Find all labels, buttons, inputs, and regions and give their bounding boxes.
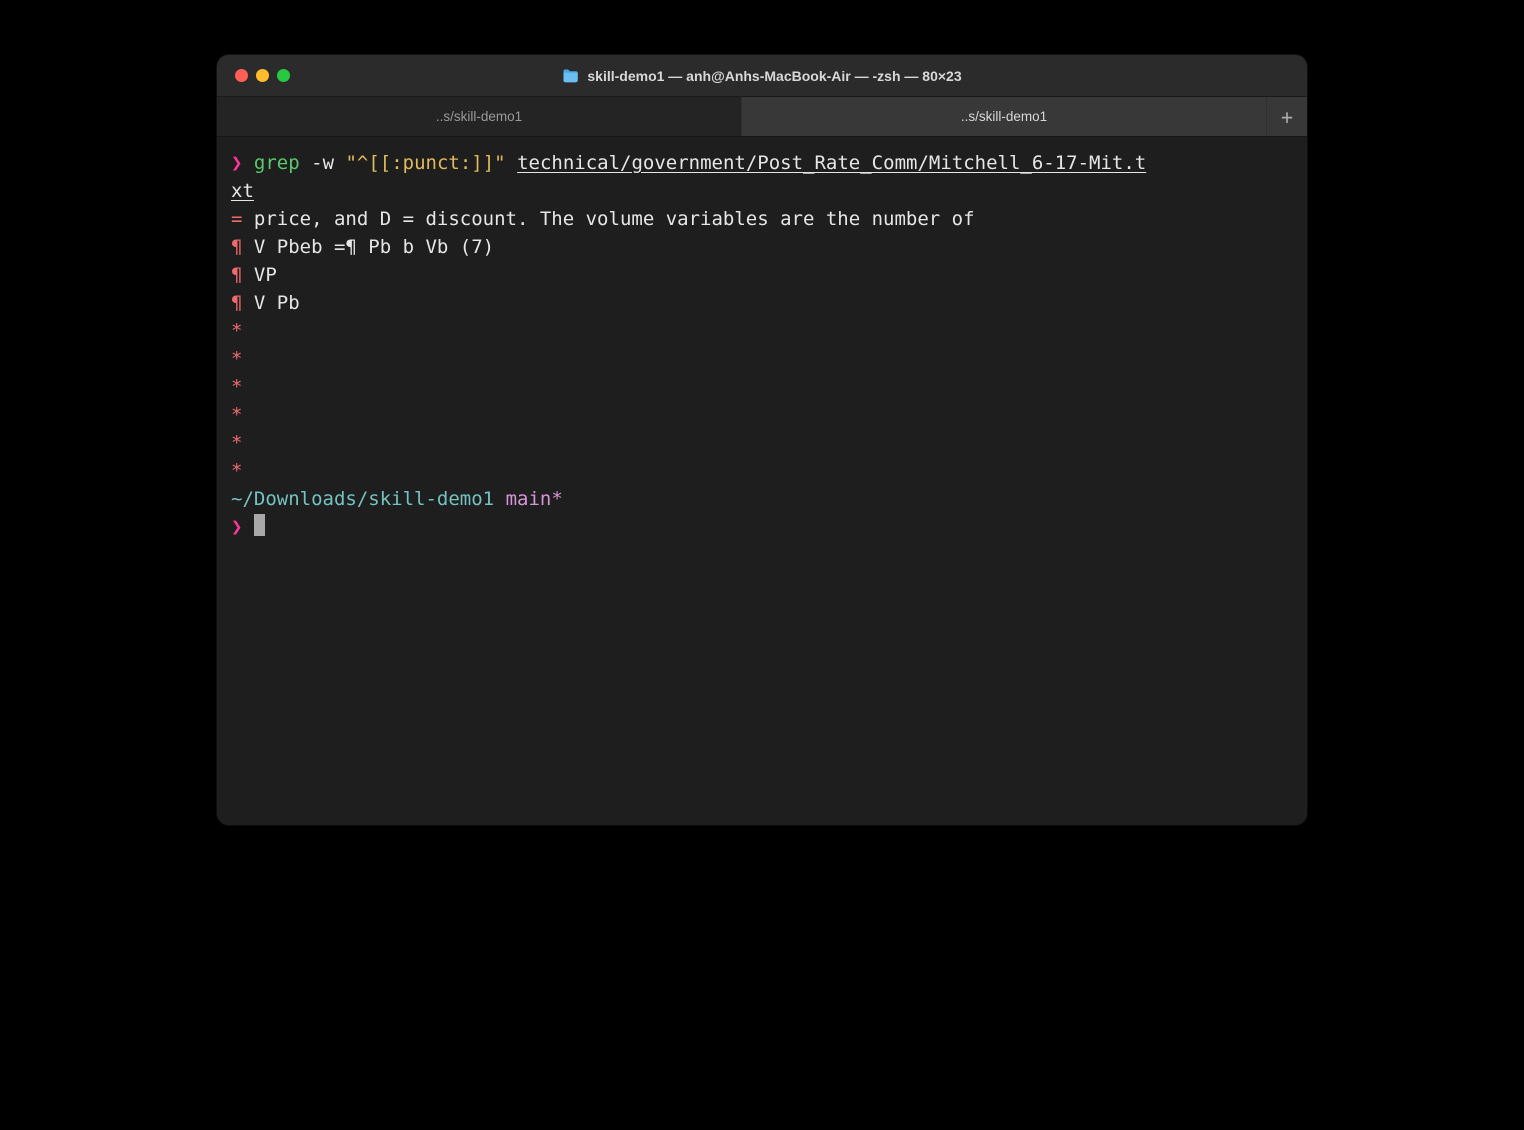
prompt-caret: ❯: [231, 152, 242, 174]
prompt-caret-2: ❯: [231, 516, 242, 538]
tab-1[interactable]: ..s/skill-demo1: [742, 97, 1267, 136]
tab-label: ..s/skill-demo1: [436, 109, 522, 124]
out-lead-7: *: [231, 404, 242, 426]
cmd-flag: -w: [311, 152, 334, 174]
terminal-window: skill-demo1 — anh@Anhs-MacBook-Air — -zs…: [217, 55, 1307, 825]
cwd: ~/Downloads/skill-demo1: [231, 488, 494, 510]
out-rest-2: VP: [242, 264, 276, 286]
out-rest-1: V Pbeb =¶ Pb b Vb (7): [242, 236, 494, 258]
tabbar: ..s/skill-demo1 ..s/skill-demo1 +: [217, 97, 1307, 137]
out-lead-9: *: [231, 460, 242, 482]
cmd-name: grep: [254, 152, 300, 174]
close-button[interactable]: [235, 69, 248, 82]
out-lead-2: ¶: [231, 264, 242, 286]
out-lead-1: ¶: [231, 236, 242, 258]
cmd-arg-part2: xt: [231, 180, 254, 202]
out-rest-3: V Pb: [242, 292, 299, 314]
out-lead-0: =: [231, 208, 242, 230]
out-lead-5: *: [231, 348, 242, 370]
out-lead-6: *: [231, 376, 242, 398]
fullscreen-button[interactable]: [277, 69, 290, 82]
tab-label: ..s/skill-demo1: [961, 109, 1047, 124]
plus-icon: +: [1281, 105, 1293, 129]
cmd-pattern: "^[[:punct:]]": [345, 152, 505, 174]
new-tab-button[interactable]: +: [1267, 97, 1307, 136]
cursor: [254, 514, 265, 536]
out-lead-8: *: [231, 432, 242, 454]
git-branch: main*: [506, 488, 563, 510]
traffic-lights: [235, 69, 290, 82]
titlebar[interactable]: skill-demo1 — anh@Anhs-MacBook-Air — -zs…: [217, 55, 1307, 97]
minimize-button[interactable]: [256, 69, 269, 82]
out-lead-3: ¶: [231, 292, 242, 314]
folder-icon: [562, 69, 579, 83]
tab-0[interactable]: ..s/skill-demo1: [217, 97, 742, 136]
window-title: skill-demo1 — anh@Anhs-MacBook-Air — -zs…: [587, 68, 961, 84]
out-rest-0: price, and D = discount. The volume vari…: [242, 208, 974, 230]
cmd-arg-part1: technical/government/Post_Rate_Comm/Mitc…: [517, 152, 1146, 174]
terminal-body[interactable]: ❯ grep -w "^[[:punct:]]" technical/gover…: [217, 137, 1307, 825]
window-title-wrap: skill-demo1 — anh@Anhs-MacBook-Air — -zs…: [235, 68, 1289, 84]
out-lead-4: *: [231, 320, 242, 342]
